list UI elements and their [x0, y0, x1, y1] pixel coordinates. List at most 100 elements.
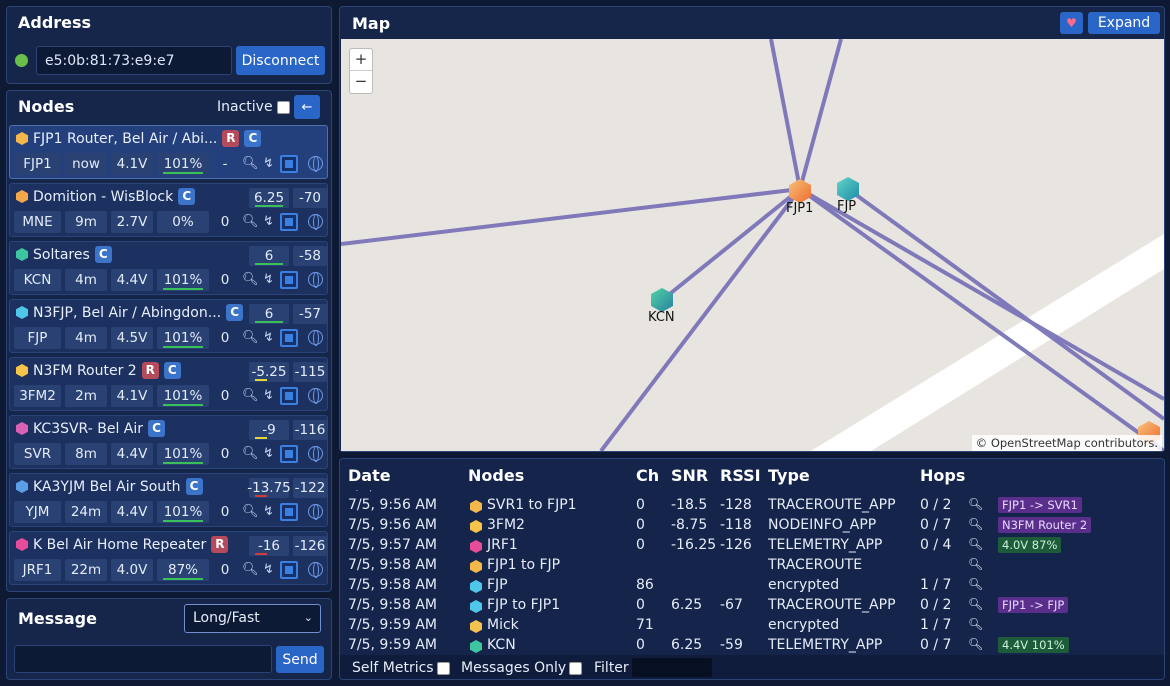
globe-icon[interactable] [308, 156, 323, 172]
search-icon[interactable]: 🔍︎ [968, 577, 983, 591]
log-row[interactable]: 7/5, 9:56 AM 3FM2 0 -8.75 -118 NODEINFO_… [340, 516, 1162, 536]
node-item[interactable]: KA3YJM Bel Air South C -13.75 -122 YJM 24m 4… [9, 473, 328, 527]
traceroute-icon[interactable]: ↯ [263, 562, 274, 577]
search-icon[interactable]: 🔍︎ [968, 557, 983, 571]
traceroute-icon[interactable]: ↯ [263, 214, 274, 229]
search-icon[interactable]: 🔍︎ [242, 330, 259, 345]
collapse-button[interactable]: ← [294, 95, 320, 119]
node-battery: 101% [157, 269, 209, 291]
search-icon[interactable]: 🔍︎ [242, 388, 259, 403]
search-icon[interactable]: 🔍︎ [968, 637, 983, 651]
log-row[interactable]: 7/5, 9:57 AM JRF1 0 -16.25 -126 TELEMETR… [340, 536, 1162, 556]
node-item[interactable]: Domition - WisBlock C 6.25 -70 MNE 9m 2.7V 0… [9, 183, 328, 237]
globe-icon[interactable] [308, 504, 323, 520]
search-icon[interactable]: 🔍︎ [242, 504, 259, 519]
self-metrics-checkbox[interactable] [436, 661, 450, 675]
chip-icon[interactable] [280, 503, 298, 521]
globe-icon[interactable] [308, 214, 323, 230]
traceroute-icon[interactable]: ↯ [263, 446, 274, 461]
traceroute-icon[interactable]: ↯ [263, 388, 274, 403]
inactive-checkbox[interactable] [276, 100, 290, 114]
messages-only-toggle[interactable]: Messages Only [461, 660, 583, 676]
chip-icon[interactable] [280, 271, 298, 289]
disconnect-button[interactable]: Disconnect [236, 46, 325, 75]
search-icon[interactable]: 🔍︎ [242, 214, 259, 229]
map-canvas[interactable]: + − FJP1 FJP KCN © OpenStreetMap contrib… [341, 39, 1164, 451]
col-hops[interactable]: Hops [920, 466, 965, 485]
node-last-heard: 22m [65, 559, 107, 581]
log-nodes[interactable]: SVR1 to FJP1 [487, 497, 577, 513]
inactive-toggle[interactable]: Inactive [217, 99, 290, 115]
filter-input[interactable] [632, 658, 712, 677]
log-nodes[interactable]: 3FM2 [487, 517, 525, 533]
log-nodes[interactable]: FJP1 to FJP [487, 557, 560, 573]
chip-icon[interactable] [280, 329, 298, 347]
node-rssi: -126 [293, 536, 327, 556]
heart-button[interactable]: ♥ [1060, 12, 1083, 34]
self-metrics-toggle[interactable]: Self Metrics [352, 660, 450, 676]
node-item[interactable]: K Bel Air Home Repeater R -16 -126 JRF1 22m … [9, 531, 328, 585]
search-icon[interactable]: 🔍︎ [968, 597, 983, 611]
log-row[interactable]: 7/5, 9:58 AM FJP1 to FJP TRACEROUTE 🔍︎ [340, 556, 1162, 576]
node-item[interactable]: FJP1 Router, Bel Air / Abi... R C FJP1 now … [9, 125, 328, 179]
log-table-body[interactable]: 7/5, 9:56 AM 7/5, 9:56 AM SVR1 to FJP1 0… [340, 490, 1164, 654]
log-row[interactable]: 7/5, 9:58 AM FJP to FJP1 0 6.25 -67 TRAC… [340, 596, 1162, 616]
globe-icon[interactable] [308, 388, 323, 404]
col-rssi[interactable]: RSSI [720, 466, 761, 485]
chip-icon[interactable] [280, 445, 298, 463]
node-item[interactable]: N3FJP, Bel Air / Abingdon... C 6 -57 FJP 4m … [9, 299, 328, 353]
log-nodes[interactable]: KCN [487, 637, 516, 653]
node-hex-icon [470, 620, 482, 633]
node-item[interactable]: KC3SVR- Bel Air C -9 -116 SVR 8m 4.4V 101% 0… [9, 415, 328, 469]
traceroute-icon[interactable]: ↯ [263, 504, 274, 519]
log-row[interactable]: 7/5, 9:56 AM SVR1 to FJP1 0 -18.5 -128 T… [340, 496, 1162, 516]
send-button[interactable]: Send [276, 646, 324, 673]
chip-icon[interactable] [280, 387, 298, 405]
col-ch[interactable]: Ch [636, 466, 659, 485]
chip-icon[interactable] [280, 561, 298, 579]
col-date[interactable]: Date [348, 466, 391, 485]
col-nodes[interactable]: Nodes [468, 466, 524, 485]
globe-icon[interactable] [308, 446, 323, 462]
address-input[interactable]: e5:0b:81:73:e9:e7 [36, 46, 232, 75]
zoom-in-button[interactable]: + [350, 49, 372, 71]
search-icon[interactable]: 🔍︎ [242, 156, 259, 171]
channel-preset-select[interactable]: Long/Fast ⌄ [184, 604, 321, 633]
search-icon[interactable]: 🔍︎ [968, 617, 983, 631]
log-type: NODEINFO_APP [768, 517, 877, 533]
globe-icon[interactable] [308, 562, 323, 578]
node-short-name: KCN [14, 269, 61, 291]
search-icon[interactable]: 🔍︎ [968, 497, 983, 511]
traceroute-icon[interactable]: ↯ [263, 156, 274, 171]
node-battery-value: 0% [172, 214, 194, 230]
node-voltage: 4.0V [111, 559, 153, 581]
globe-icon[interactable] [308, 330, 323, 346]
search-icon[interactable]: 🔍︎ [968, 517, 983, 531]
traceroute-icon[interactable]: ↯ [263, 272, 274, 287]
message-input[interactable] [14, 645, 272, 673]
col-snr[interactable]: SNR [671, 466, 708, 485]
messages-only-checkbox[interactable] [569, 661, 583, 675]
node-battery-value: 87% [167, 562, 198, 578]
search-icon[interactable]: 🔍︎ [242, 446, 259, 461]
traceroute-icon[interactable]: ↯ [263, 330, 274, 345]
log-nodes[interactable]: Mick [487, 617, 519, 633]
search-icon[interactable]: 🔍︎ [242, 272, 259, 287]
log-row[interactable]: 7/5, 9:58 AM FJP 86 encrypted 1 / 7 🔍︎ [340, 576, 1162, 596]
globe-icon[interactable] [308, 272, 323, 288]
chip-icon[interactable] [280, 213, 298, 231]
zoom-out-button[interactable]: − [350, 71, 372, 93]
search-icon[interactable]: 🔍︎ [242, 562, 259, 577]
log-row[interactable]: 7/5, 9:59 AM Mick 71 encrypted 1 / 7 🔍︎ [340, 616, 1162, 636]
expand-button[interactable]: Expand [1088, 12, 1160, 34]
col-type[interactable]: Type [768, 466, 810, 485]
node-item[interactable]: N3FM Router 2 R C -5.25 -115 3FM2 2m 4.1V 101… [9, 357, 328, 411]
search-icon[interactable]: 🔍︎ [968, 537, 983, 551]
log-nodes[interactable]: JRF1 [487, 537, 518, 553]
log-rssi: -67 [720, 597, 743, 613]
chip-icon[interactable] [280, 155, 298, 173]
node-item[interactable]: Soltares C 6 -58 KCN 4m 4.4V 101% 0 🔍︎ ↯ [9, 241, 328, 295]
log-nodes[interactable]: FJP [487, 577, 508, 593]
log-row[interactable]: 7/5, 9:59 AM KCN 0 6.25 -59 TELEMETRY_AP… [340, 636, 1162, 654]
log-nodes[interactable]: FJP to FJP1 [487, 597, 560, 613]
